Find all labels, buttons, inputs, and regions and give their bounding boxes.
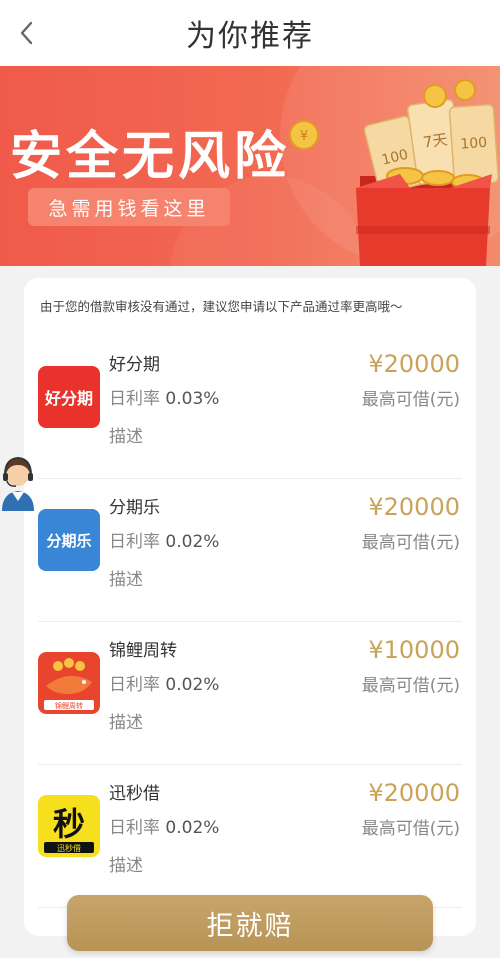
- product-logo: 锦鲤周转: [38, 652, 100, 714]
- fenqile-logo-icon: 分期乐: [38, 509, 100, 571]
- svg-text:锦鲤周转: 锦鲤周转: [55, 701, 83, 710]
- daily-rate-value: 0.03%: [165, 389, 220, 409]
- max-amount-label: 最高可借(元): [361, 533, 460, 553]
- max-amount: ¥20000: [368, 779, 460, 807]
- banner-subtitle: 急需用钱看这里: [28, 188, 230, 226]
- product-logo: 秒 迅秒借: [38, 795, 100, 857]
- gift-box-coins-illustration: 100 7天 100 ¥: [289, 79, 500, 266]
- daily-rate-label: 日利率: [109, 675, 160, 695]
- svg-text:秒: 秒: [53, 805, 85, 843]
- max-amount: ¥10000: [368, 636, 460, 664]
- rejection-notice: 由于您的借款审核没有通过，建议您申请以下产品通过率更高哦～: [40, 299, 403, 314]
- product-item-jinli[interactable]: 锦鲤周转 锦鲤周转 日利率 0.02% 描述 ¥10000 最高可借(元): [38, 622, 462, 765]
- banner-title: 安全无风险: [10, 127, 291, 187]
- back-button[interactable]: [12, 16, 42, 50]
- daily-rate: 日利率 0.02%: [109, 813, 219, 838]
- promo-banner[interactable]: 安全无风险 急需用钱看这里 100 7天 100 ¥: [0, 66, 500, 266]
- daily-rate-label: 日利率: [109, 818, 160, 838]
- product-item-haofenqi[interactable]: 好分期 好分期 日利率 0.03% 描述 ¥20000 最高可借(元): [38, 336, 462, 479]
- max-amount: ¥20000: [368, 350, 460, 378]
- product-name: 锦鲤周转: [109, 641, 177, 661]
- refuse-compensate-button[interactable]: 拒就赔: [67, 895, 433, 951]
- product-description: 描述: [109, 570, 143, 590]
- daily-rate: 日利率 0.02%: [109, 670, 219, 695]
- product-name: 迅秒借: [109, 784, 160, 804]
- product-item-fenqile[interactable]: 分期乐 分期乐 日利率 0.02% 描述 ¥20000 最高可借(元): [38, 479, 462, 622]
- daily-rate: 日利率 0.02%: [109, 527, 219, 552]
- svg-text:¥: ¥: [300, 129, 308, 144]
- max-amount-label: 最高可借(元): [361, 819, 460, 839]
- recommendation-card: 由于您的借款审核没有通过，建议您申请以下产品通过率更高哦～ 好分期 好分期 日利…: [24, 278, 476, 936]
- product-description: 描述: [109, 713, 143, 733]
- koi-logo-icon: 锦鲤周转: [38, 652, 100, 714]
- product-description: 描述: [109, 427, 143, 447]
- page-title: 为你推荐: [186, 19, 314, 54]
- xunmiaojie-logo-icon: 秒 迅秒借: [38, 795, 100, 857]
- product-name: 好分期: [109, 355, 160, 375]
- product-logo: 好分期: [38, 366, 100, 428]
- product-logo: 分期乐: [38, 509, 100, 571]
- max-amount-label: 最高可借(元): [361, 676, 460, 696]
- product-description: 描述: [109, 856, 143, 876]
- max-amount: ¥20000: [368, 493, 460, 521]
- daily-rate: 日利率 0.03%: [109, 384, 219, 409]
- nav-bar: 为你推荐: [0, 0, 500, 66]
- svg-text:100: 100: [460, 135, 488, 153]
- max-amount-label: 最高可借(元): [361, 390, 460, 410]
- svg-text:好分期: 好分期: [44, 389, 93, 408]
- svg-text:迅秒借: 迅秒借: [57, 843, 81, 853]
- daily-rate-value: 0.02%: [165, 818, 220, 838]
- svg-text:分期乐: 分期乐: [46, 532, 91, 550]
- daily-rate-label: 日利率: [109, 389, 160, 409]
- daily-rate-value: 0.02%: [165, 675, 220, 695]
- product-item-xunmiaojie[interactable]: 秒 迅秒借 迅秒借 日利率 0.02% 描述 ¥20000 最高可借(元): [38, 765, 462, 908]
- chevron-left-icon: [20, 21, 33, 45]
- daily-rate-value: 0.02%: [165, 532, 220, 552]
- customer-service-icon[interactable]: [0, 451, 36, 511]
- daily-rate-label: 日利率: [109, 532, 160, 552]
- product-name: 分期乐: [109, 498, 160, 518]
- svg-text:7天: 7天: [422, 130, 449, 151]
- haofenqi-logo-icon: 好分期: [38, 366, 100, 428]
